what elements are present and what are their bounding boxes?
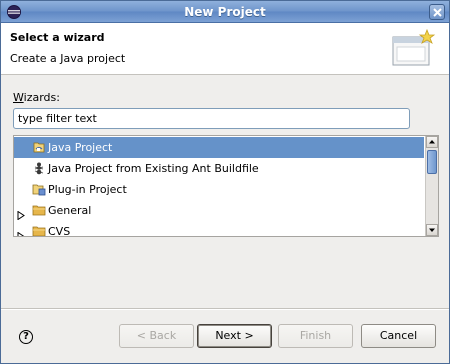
- page-title: Select a wizard: [10, 31, 105, 44]
- tree-item-cvs[interactable]: CVS: [14, 221, 424, 237]
- expand-arrow-icon[interactable]: [17, 227, 25, 236]
- scroll-down-button[interactable]: [426, 224, 438, 236]
- tree-item-label: Java Project: [48, 141, 113, 154]
- back-button[interactable]: < Back: [119, 324, 194, 348]
- new-project-dialog: New Project Select a wizard Create a Jav…: [0, 0, 450, 364]
- next-button[interactable]: Next >: [197, 324, 272, 348]
- tree-item-label: CVS: [48, 225, 71, 237]
- tree-item-label: Plug-in Project: [48, 183, 127, 196]
- finish-button[interactable]: Finish: [278, 324, 353, 348]
- cancel-button[interactable]: Cancel: [361, 324, 436, 348]
- plugin-project-icon: [32, 182, 46, 196]
- new-wizard-banner-icon: [391, 27, 437, 71]
- tree-item-plugin-project[interactable]: Plug-in Project: [14, 179, 424, 200]
- java-project-icon: [32, 140, 46, 154]
- tree-item-java-project-from-ant[interactable]: Java Project from Existing Ant Buildfile: [14, 158, 424, 179]
- arrow-up-icon: [429, 140, 435, 144]
- wizard-tree[interactable]: Java Project Java Project from Existing …: [13, 135, 439, 237]
- scroll-up-button[interactable]: [426, 136, 438, 148]
- tree-item-label: General: [48, 204, 92, 217]
- tree-scrollbar[interactable]: [425, 136, 438, 236]
- tree-item-general[interactable]: General: [14, 200, 424, 221]
- close-button[interactable]: [429, 4, 445, 20]
- button-bar-separator: [1, 308, 449, 310]
- tree-item-label: Java Project from Existing Ant Buildfile: [48, 162, 259, 175]
- window-title: New Project: [184, 5, 266, 19]
- ant-icon: [32, 161, 46, 175]
- folder-icon: [32, 224, 46, 236]
- tree-item-java-project[interactable]: Java Project: [14, 137, 424, 158]
- title-bar[interactable]: New Project: [1, 1, 449, 23]
- arrow-down-icon: [429, 228, 435, 232]
- folder-icon: [32, 203, 46, 217]
- help-button[interactable]: ?: [19, 330, 33, 344]
- filter-input[interactable]: [13, 108, 410, 129]
- scroll-thumb[interactable]: [427, 150, 437, 174]
- expand-arrow-icon[interactable]: [17, 206, 25, 221]
- close-icon: [433, 8, 442, 17]
- wizards-label: Wizards:: [13, 91, 60, 104]
- page-description: Create a Java project: [10, 52, 126, 65]
- wizard-header: Select a wizard Create a Java project: [1, 23, 449, 75]
